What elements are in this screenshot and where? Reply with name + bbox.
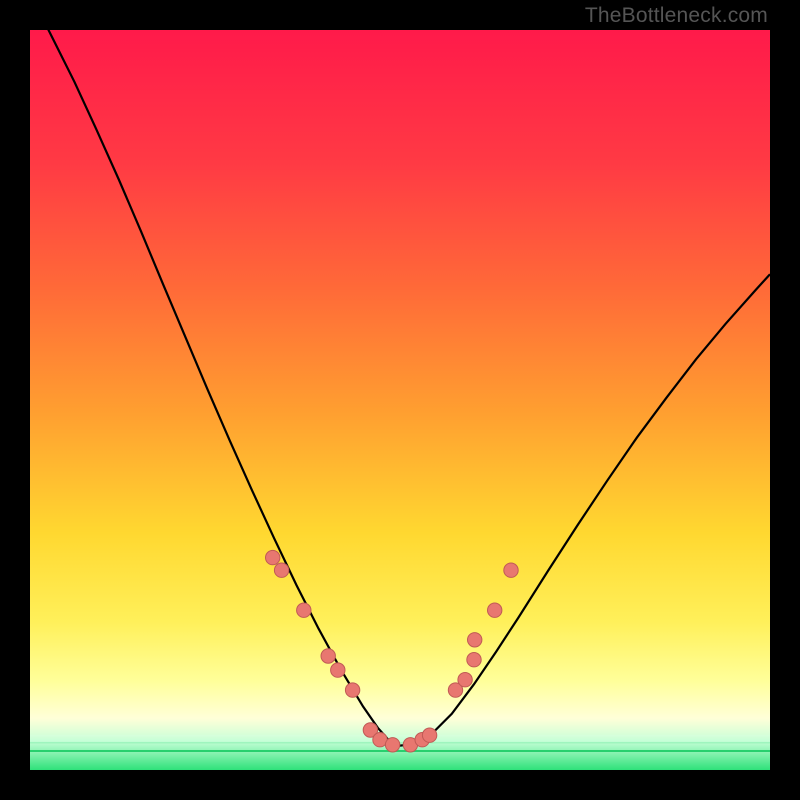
watermark-text: TheBottleneck.com [585,4,768,28]
chart-frame: TheBottleneck.com [0,0,800,800]
plot-area [30,30,770,770]
background-gradient [30,30,770,770]
